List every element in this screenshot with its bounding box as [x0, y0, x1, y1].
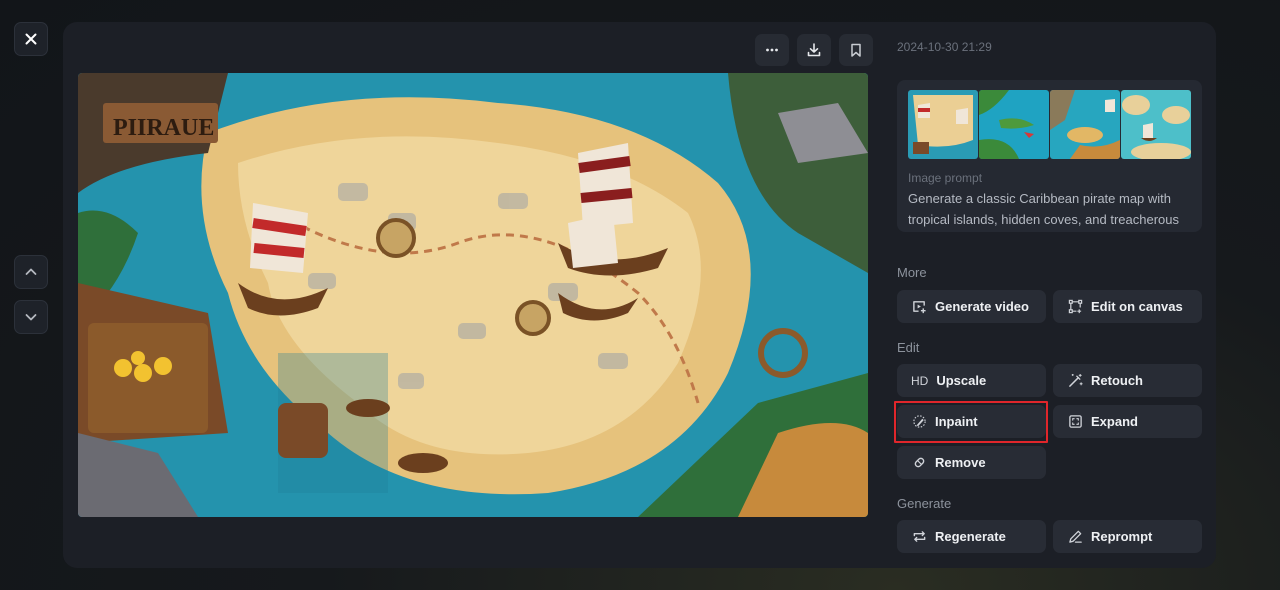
thumbnail-4[interactable]: [1121, 90, 1191, 159]
image-toolbar: [755, 34, 873, 66]
repeat-icon: [911, 529, 927, 545]
retouch-button[interactable]: Retouch: [1053, 364, 1202, 397]
more-options-button[interactable]: [755, 34, 789, 66]
prompt-card: Image prompt Generate a classic Caribbea…: [897, 80, 1202, 232]
reprompt-label: Reprompt: [1091, 529, 1153, 544]
close-icon: [25, 33, 37, 45]
generated-image[interactable]: PIIRAUE: [78, 73, 868, 517]
chevron-down-icon: [25, 314, 37, 321]
thumbnail-image: [908, 90, 978, 159]
prompt-label: Image prompt: [908, 171, 983, 185]
close-button[interactable]: [14, 22, 48, 56]
upscale-button[interactable]: HD Upscale: [897, 364, 1046, 397]
retouch-label: Retouch: [1091, 373, 1143, 388]
inpaint-button[interactable]: Inpaint: [897, 405, 1046, 438]
next-image-button[interactable]: [14, 300, 48, 334]
expand-button[interactable]: Expand: [1053, 405, 1202, 438]
eraser-icon: [911, 455, 927, 471]
remove-button[interactable]: Remove: [897, 446, 1046, 479]
sign-text: PIIRAUE: [113, 115, 214, 141]
expand-label: Expand: [1091, 414, 1138, 429]
section-label-generate: Generate: [897, 496, 952, 511]
remove-label: Remove: [935, 455, 986, 470]
previous-image-button[interactable]: [14, 255, 48, 289]
reprompt-button[interactable]: Reprompt: [1053, 520, 1202, 553]
bookmark-button[interactable]: [839, 34, 873, 66]
prompt-text: Generate a classic Caribbean pirate map …: [908, 191, 1179, 227]
edit-on-canvas-button[interactable]: Edit on canvas: [1053, 290, 1202, 323]
edit-on-canvas-label: Edit on canvas: [1091, 299, 1183, 314]
brush-icon: [911, 414, 927, 430]
generate-video-button[interactable]: Generate video: [897, 290, 1046, 323]
upscale-label: Upscale: [936, 373, 987, 388]
section-label-more: More: [897, 265, 927, 280]
expand-icon: [1067, 414, 1083, 430]
thumbnail-image: [1121, 90, 1191, 159]
regenerate-label: Regenerate: [935, 529, 1006, 544]
thumbnail-image: [1050, 90, 1120, 159]
download-icon: [807, 43, 821, 57]
video-icon: [911, 299, 927, 315]
regenerate-button[interactable]: Regenerate: [897, 520, 1046, 553]
pen-icon: [1067, 529, 1083, 545]
chevron-up-icon: [25, 268, 37, 275]
thumbnail-strip: [908, 90, 1191, 159]
thumbnail-2[interactable]: [979, 90, 1049, 159]
pirate-map-illustration: PIIRAUE: [78, 73, 868, 517]
download-button[interactable]: [797, 34, 831, 66]
canvas-icon: [1067, 299, 1083, 315]
image-detail-panel: PIIRAUE 2024-10-30 21:29 Image prompt Ge…: [63, 22, 1216, 568]
hd-icon: HD: [911, 373, 929, 388]
creation-timestamp: 2024-10-30 21:29: [897, 40, 992, 54]
thumbnail-1[interactable]: [908, 90, 978, 159]
thumbnail-3[interactable]: [1050, 90, 1120, 159]
thumbnail-image: [979, 90, 1049, 159]
inpaint-label: Inpaint: [935, 414, 978, 429]
bookmark-icon: [851, 43, 861, 57]
magic-wand-icon: [1067, 373, 1083, 389]
section-label-edit: Edit: [897, 340, 920, 355]
generate-video-label: Generate video: [935, 299, 1029, 314]
more-horizontal-icon: [766, 48, 778, 52]
